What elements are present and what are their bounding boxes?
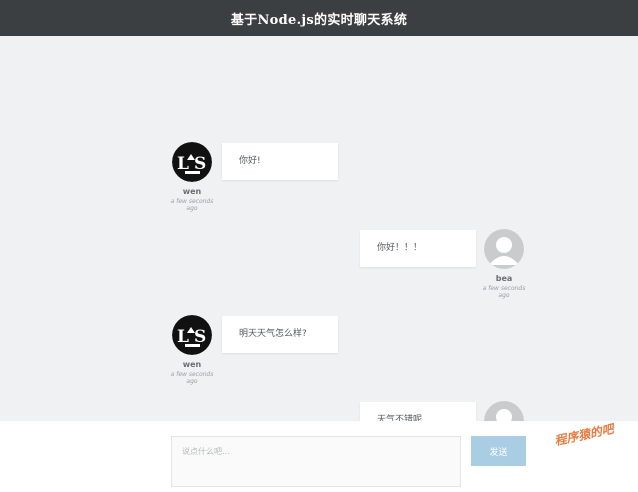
message-bubble: 你好! bbox=[222, 143, 338, 180]
chat-message-list[interactable]: L S wen a few seconds ago 你好! bea a few … bbox=[0, 36, 638, 421]
message-user bbox=[482, 401, 526, 421]
send-button[interactable]: 发送 bbox=[471, 436, 526, 466]
watermark-text: 程序猿的吧 bbox=[553, 421, 615, 449]
app-header: 基于Node.js的实时聊天系统 bbox=[0, 0, 638, 36]
logo-avatar-icon: L S bbox=[172, 315, 212, 355]
message-username: wen bbox=[182, 187, 202, 196]
default-avatar-icon bbox=[484, 401, 524, 421]
message-item: bea a few seconds ago 你好！！！ bbox=[170, 223, 526, 313]
message-item: L S wen a few seconds ago 你好! bbox=[170, 136, 526, 226]
page-title: 基于Node.js的实时聊天系统 bbox=[230, 12, 408, 28]
message-bubble: 天气不错呢 bbox=[360, 402, 476, 421]
default-avatar-icon bbox=[484, 229, 524, 269]
message-time: a few seconds ago bbox=[170, 198, 214, 212]
message-user: L S wen a few seconds ago bbox=[170, 315, 214, 385]
logo-avatar-icon: L S bbox=[172, 142, 212, 182]
message-time: a few seconds ago bbox=[170, 371, 214, 385]
message-input[interactable] bbox=[171, 436, 461, 487]
message-user: L S wen a few seconds ago bbox=[170, 142, 214, 212]
message-username: bea bbox=[495, 274, 513, 283]
composer: 发送 程序猿的吧 bbox=[0, 421, 638, 492]
message-username: wen bbox=[182, 360, 202, 369]
message-item: 天气不错呢 bbox=[170, 395, 526, 421]
message-item: L S wen a few seconds ago 明天天气怎么样? bbox=[170, 309, 526, 399]
message-bubble: 明天天气怎么样? bbox=[222, 316, 338, 353]
message-time: a few seconds ago bbox=[482, 285, 526, 299]
message-user: bea a few seconds ago bbox=[482, 229, 526, 299]
message-bubble: 你好！！！ bbox=[360, 230, 476, 267]
